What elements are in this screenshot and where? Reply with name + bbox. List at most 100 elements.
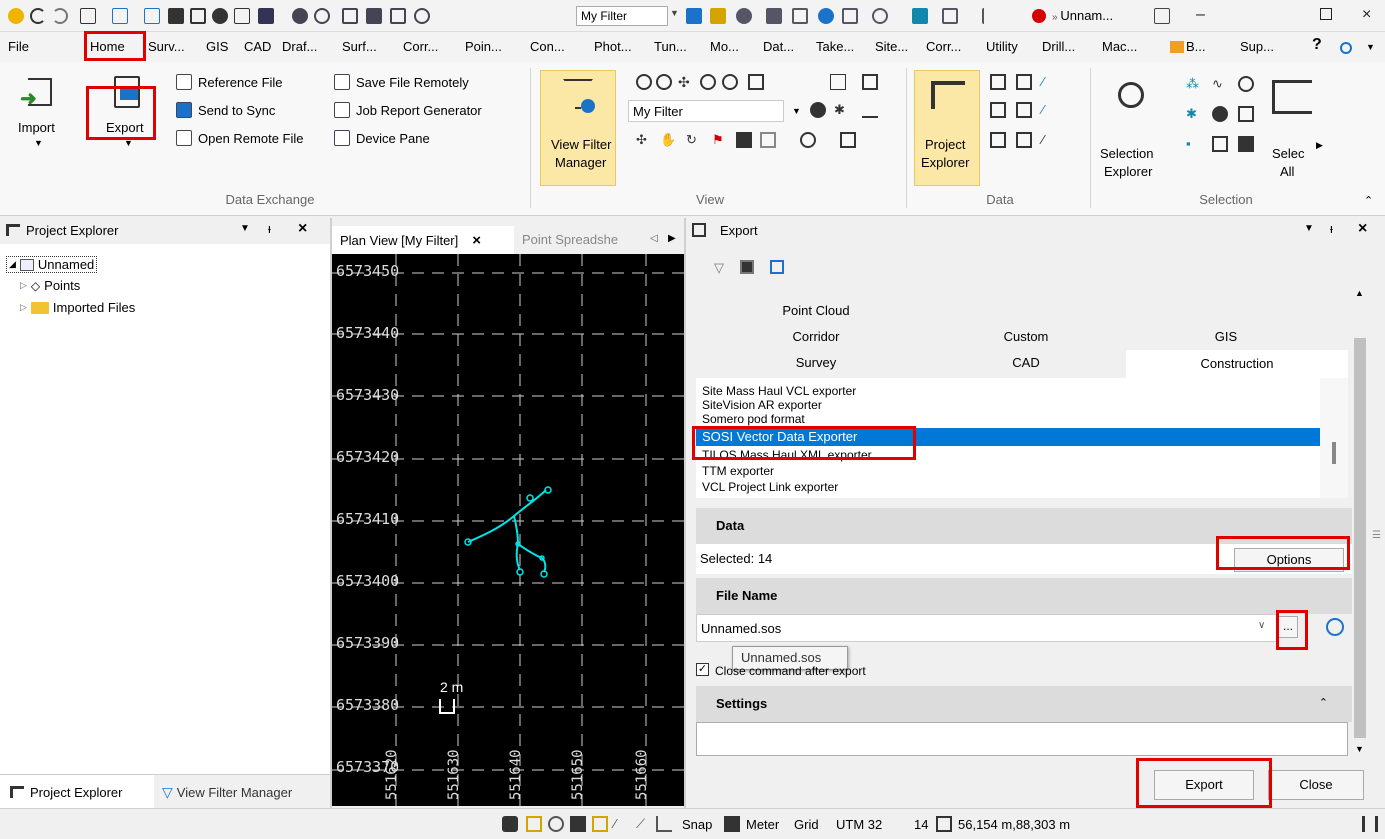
move-icon[interactable]: ✣: [636, 132, 652, 148]
close-tab-icon[interactable]: ×: [472, 232, 481, 249]
selection-explorer-button[interactable]: Selection Explorer: [1098, 70, 1172, 186]
view-3d-icon[interactable]: [366, 8, 382, 24]
tab-scroll-right-icon[interactable]: ▶: [668, 233, 676, 244]
measure-icon[interactable]: [912, 8, 928, 24]
minimize-icon[interactable]: –: [1196, 6, 1205, 24]
tab-bim[interactable]: B...: [1170, 39, 1206, 54]
category-tab-gis[interactable]: GIS: [1126, 326, 1326, 348]
zoom-window-icon[interactable]: [700, 74, 716, 90]
image-icon[interactable]: [390, 8, 406, 24]
chevron-down-icon[interactable]: ▼: [792, 106, 801, 116]
trimble-connect-icon[interactable]: [1340, 42, 1352, 54]
linework[interactable]: [467, 489, 547, 573]
pin-icon[interactable]: ᵼ: [268, 221, 271, 236]
category-tab-survey[interactable]: Survey: [716, 352, 916, 374]
save-icon[interactable]: [190, 8, 206, 24]
tab-construction[interactable]: Con...: [530, 39, 565, 54]
scroll-up-icon[interactable]: ▲: [1355, 288, 1364, 298]
data-icon-6[interactable]: ⁄: [1042, 102, 1058, 118]
restore-layout-icon[interactable]: [1154, 8, 1170, 24]
list-scrollbar[interactable]: [1320, 378, 1348, 498]
selection-icon[interactable]: [736, 8, 752, 24]
category-tab-cad[interactable]: CAD: [926, 352, 1126, 374]
tab-photogrammetry[interactable]: Phot...: [594, 39, 632, 54]
tab-drafting[interactable]: Draf...: [282, 39, 317, 54]
tree-item-points[interactable]: ▷ ◇ Points: [20, 278, 80, 293]
undo-icon[interactable]: [30, 8, 46, 24]
tab-survey[interactable]: Surv...: [148, 39, 185, 54]
tab-utility[interactable]: Utility: [986, 39, 1018, 54]
render-icon[interactable]: [800, 132, 816, 148]
tab-scroll-left-icon[interactable]: ◁: [650, 233, 658, 244]
list-item[interactable]: TTM exporter: [702, 464, 774, 478]
select-add-icon[interactable]: ✱: [1186, 106, 1202, 122]
export-icon[interactable]: [112, 8, 128, 24]
help-icon[interactable]: ?: [1312, 36, 1322, 54]
data-icon-5[interactable]: [1016, 102, 1032, 118]
select-lines-icon[interactable]: ∿: [1212, 76, 1228, 92]
chevron-down-icon[interactable]: ▼: [1366, 42, 1375, 52]
view-icon[interactable]: [740, 260, 754, 274]
document-icon[interactable]: [792, 8, 808, 24]
tree-item-imported-files[interactable]: ▷ Imported Files: [20, 300, 135, 315]
collapse-icon[interactable]: ⌃: [1319, 696, 1328, 709]
tab-gis[interactable]: GIS: [206, 39, 228, 54]
perspective-icon[interactable]: ✱: [834, 102, 850, 118]
checkbox-checked-icon[interactable]: ✓: [696, 662, 709, 676]
scroll-down-icon[interactable]: ▼: [1355, 744, 1364, 754]
tab-file[interactable]: File: [8, 39, 29, 54]
view-filter-manager-button[interactable]: View Filter Manager: [540, 70, 616, 186]
shade-icon[interactable]: [736, 132, 752, 148]
layers-icon[interactable]: [830, 74, 846, 90]
chevron-right-icon[interactable]: ▶: [1316, 140, 1323, 151]
angle-icon[interactable]: [656, 816, 672, 832]
eye-icon[interactable]: [414, 8, 430, 24]
resize-grip-icon[interactable]: ☰: [1372, 530, 1381, 541]
close-button[interactable]: Close: [1268, 770, 1364, 800]
list-scroll-thumb[interactable]: [1332, 442, 1336, 464]
pin-icon[interactable]: ᵼ: [1330, 221, 1333, 236]
layers-icon[interactable]: [342, 8, 358, 24]
select-polygon-icon[interactable]: [1238, 136, 1254, 152]
chevron-down-icon[interactable]: ▼: [240, 223, 250, 234]
import-button[interactable]: ➜ Import ▼: [16, 70, 68, 170]
tab-plan-view[interactable]: Plan View [My Filter] ×: [332, 226, 514, 254]
settings-section-header[interactable]: Settings ⌃: [696, 686, 1352, 722]
tab-surfaces[interactable]: Surf...: [342, 39, 377, 54]
data-icon-2[interactable]: [1016, 74, 1032, 90]
job-report-generator-button[interactable]: Job Report Generator: [334, 102, 482, 118]
category-tab-point-cloud[interactable]: Point Cloud: [716, 300, 916, 322]
zone-label[interactable]: UTM 32: [836, 817, 882, 832]
list-item[interactable]: Somero pod format: [702, 412, 805, 426]
open-remote-file-button[interactable]: Open Remote File: [176, 130, 304, 146]
tab-machine[interactable]: Mac...: [1102, 39, 1137, 54]
tree-item-unnamed[interactable]: ◢ Unnamed: [6, 256, 98, 273]
calculator-icon[interactable]: [234, 8, 250, 24]
select-box-icon[interactable]: [1212, 136, 1228, 152]
tab-data[interactable]: Dat...: [763, 39, 794, 54]
grid-mode-icon[interactable]: [592, 816, 608, 832]
select-point-icon[interactable]: ▪: [1186, 136, 1202, 152]
category-tab-corridor[interactable]: Corridor: [716, 326, 916, 348]
slope-icon[interactable]: [862, 102, 878, 118]
pan-hand-icon[interactable]: ✋: [660, 132, 676, 148]
new-file-icon[interactable]: [144, 8, 160, 24]
tab-tunnels[interactable]: Tun...: [654, 39, 687, 54]
cube-icon[interactable]: [760, 132, 776, 148]
qat-filter-select[interactable]: My Filter: [576, 6, 668, 26]
link-icon[interactable]: [766, 8, 782, 24]
data-icon-1[interactable]: [990, 74, 1006, 90]
tab-takeoff[interactable]: Take...: [816, 39, 854, 54]
status-menu-icon[interactable]: [1362, 816, 1378, 832]
cloud-browse-icon[interactable]: [1326, 618, 1344, 636]
zoom-in-icon[interactable]: [636, 74, 652, 90]
line-icon[interactable]: [982, 8, 998, 24]
open-folder-icon[interactable]: [168, 8, 184, 24]
notes-icon[interactable]: [842, 8, 858, 24]
select-points-icon[interactable]: ⁂: [1186, 76, 1202, 92]
pen-icon[interactable]: [942, 8, 958, 24]
tab-site[interactable]: Site...: [875, 39, 908, 54]
project-explorer-button[interactable]: Project Explorer: [914, 70, 980, 186]
flag-icon[interactable]: ⚑: [712, 132, 728, 148]
tab-project-explorer[interactable]: Project Explorer: [0, 775, 154, 809]
